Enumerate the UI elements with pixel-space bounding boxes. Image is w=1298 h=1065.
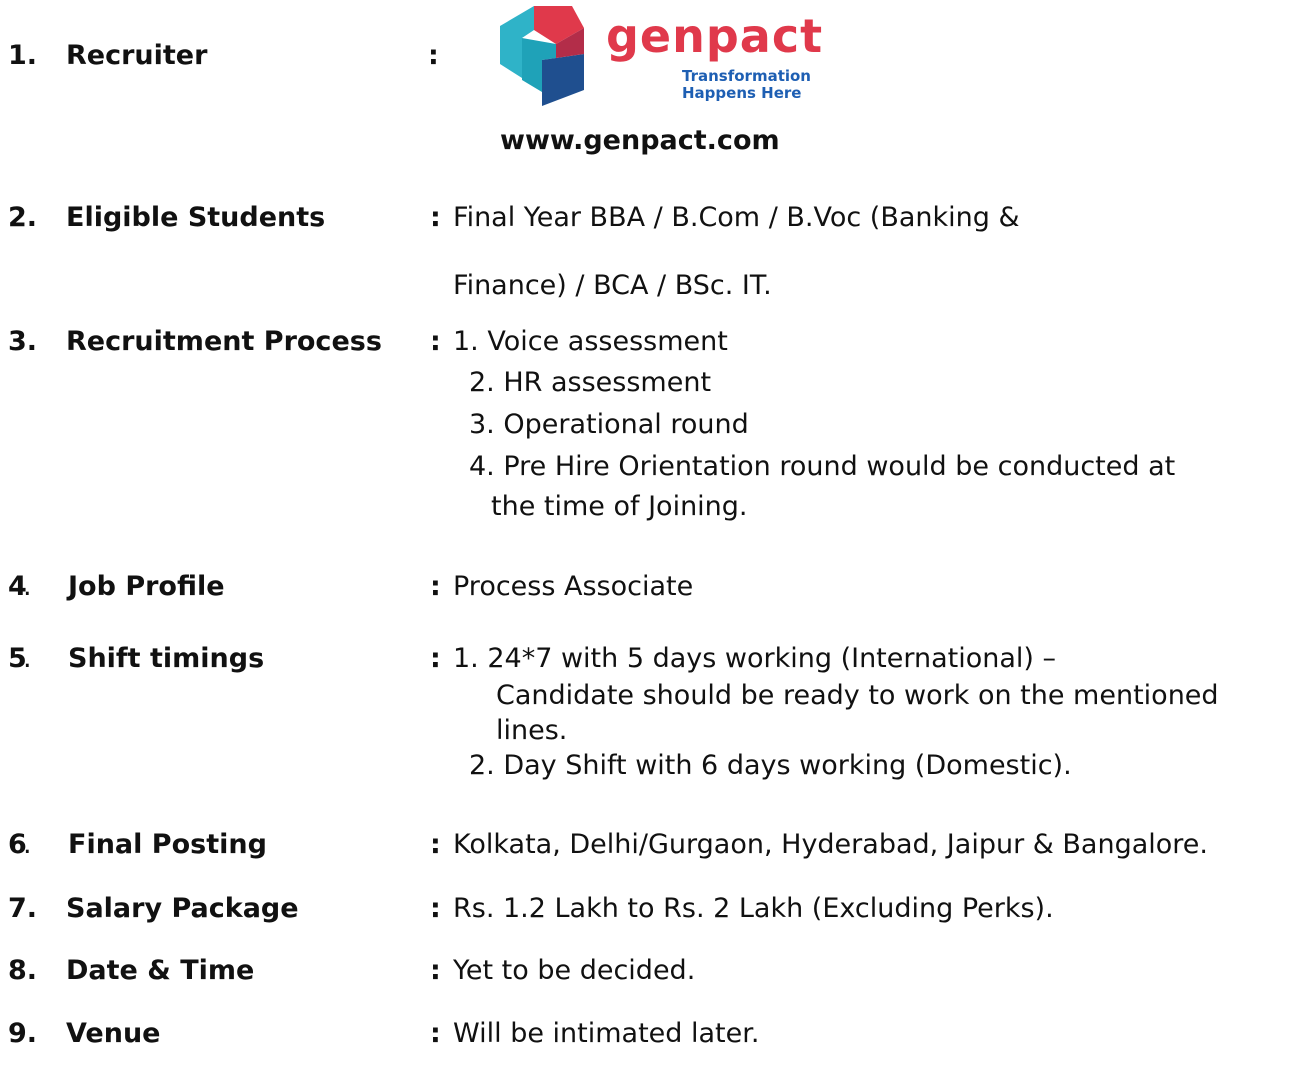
colon: :: [430, 202, 441, 233]
profile-value: Process Associate: [453, 571, 694, 602]
colon: :: [428, 40, 439, 71]
logo-tagline-1: Transformation: [682, 67, 811, 85]
item-number: 8.: [8, 955, 38, 986]
posting-label: Final Posting: [68, 829, 267, 860]
process-step-1: 1. Voice assessment: [453, 326, 728, 357]
process-step-3: 3. Operational round: [469, 409, 749, 440]
item-number: 1.: [8, 40, 38, 71]
profile-label: Job Profile: [68, 571, 225, 602]
item-number: 9.: [8, 1018, 38, 1049]
datetime-label: Date & Time: [66, 955, 255, 986]
eligible-value-line2: Finance) / BCA / BSc. IT.: [453, 270, 772, 301]
salary-label: Salary Package: [66, 893, 299, 924]
logo-wordmark: genpact: [606, 9, 824, 63]
shift-label: Shift timings: [68, 643, 265, 674]
item-number-dot: .: [23, 571, 32, 602]
process-step-4: 4. Pre Hire Orientation round would be c…: [469, 451, 1176, 482]
shift-line-3: lines.: [496, 715, 568, 746]
logo-tagline-2: Happens Here: [682, 84, 802, 102]
item-number: 2.: [8, 202, 38, 233]
process-label: Recruitment Process: [66, 326, 382, 357]
item-number: 3.: [8, 326, 38, 357]
colon: :: [430, 829, 441, 860]
colon: :: [430, 893, 441, 924]
colon: :: [430, 643, 441, 674]
shift-line-1: 1. 24*7 with 5 days working (Internation…: [453, 643, 1057, 674]
eligible-value-line1: Final Year BBA / B.Com / B.Voc (Banking …: [453, 202, 1020, 233]
genpact-logo: genpact Transformation Happens Here: [496, 0, 822, 108]
process-step-2: 2. HR assessment: [469, 367, 712, 398]
colon: :: [430, 326, 441, 357]
datetime-value: Yet to be decided.: [453, 955, 696, 986]
item-number-dot: .: [23, 643, 32, 674]
recruiter-label: Recruiter: [66, 40, 208, 71]
salary-value: Rs. 1.2 Lakh to Rs. 2 Lakh (Excluding Pe…: [453, 893, 1054, 924]
colon: :: [430, 571, 441, 602]
colon: :: [430, 1018, 441, 1049]
colon: :: [430, 955, 441, 986]
eligible-label: Eligible Students: [66, 202, 326, 233]
shift-line-4: 2. Day Shift with 6 days working (Domest…: [469, 750, 1072, 781]
item-number: 7.: [8, 893, 38, 924]
item-number-dot: .: [23, 829, 32, 860]
shift-line-2: Candidate should be ready to work on the…: [496, 680, 1219, 711]
recruiter-website: www.genpact.com: [500, 125, 780, 156]
venue-label: Venue: [66, 1018, 161, 1049]
posting-value: Kolkata, Delhi/Gurgaon, Hyderabad, Jaipu…: [453, 829, 1208, 860]
venue-value: Will be intimated later.: [453, 1018, 760, 1049]
process-step-4-cont: the time of Joining.: [491, 491, 748, 522]
